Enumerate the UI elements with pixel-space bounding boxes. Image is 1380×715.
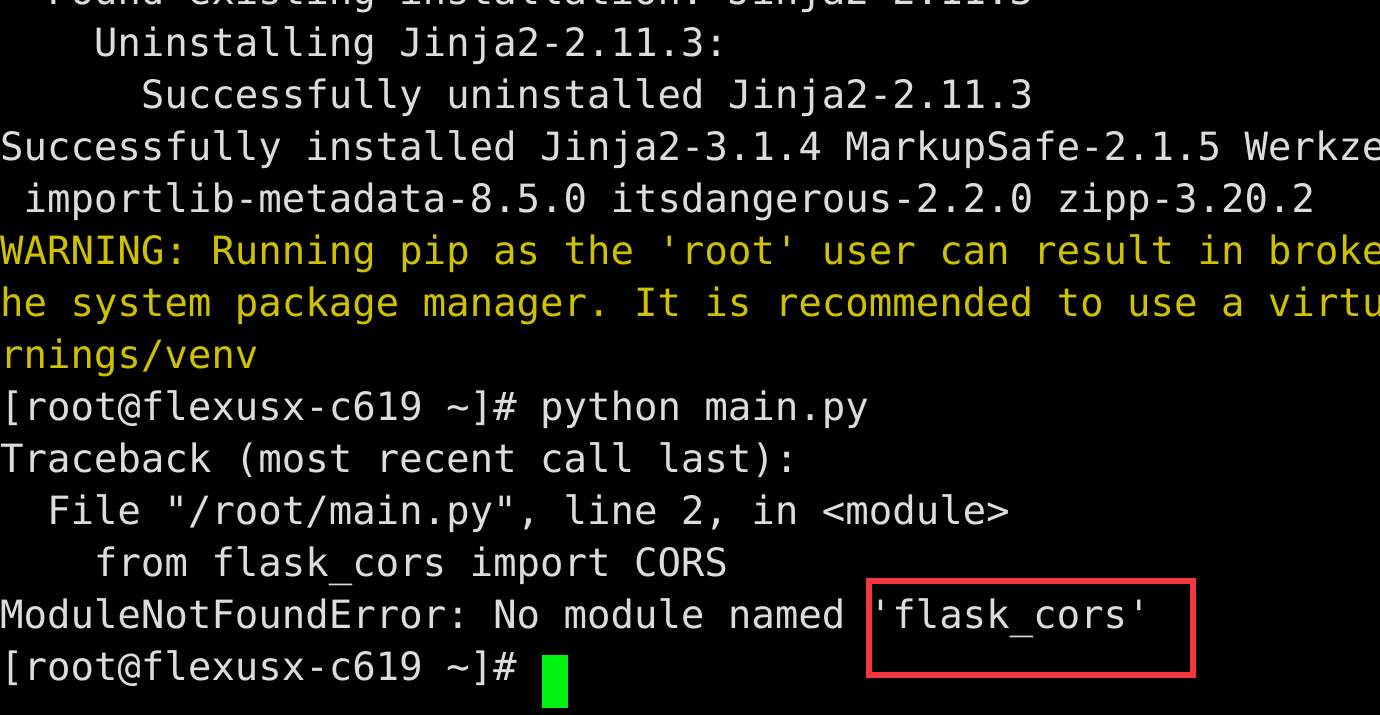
terminal-line-warning-venv-url: rnings/venv bbox=[0, 333, 259, 378]
terminal-line-traceback-file: File "/root/main.py", line 2, in <module… bbox=[0, 489, 1010, 534]
terminal-line-traceback-header: Traceback (most recent call last): bbox=[0, 437, 799, 482]
terminal-line-found-existing-installation: Found existing installation: Jinja2 2.11… bbox=[0, 0, 1380, 18]
terminal-line-installed-continued: importlib-metadata-8.5.0 itsdangerous-2.… bbox=[0, 177, 1315, 222]
terminal-line-prompt-python-main: [root@flexusx-c619 ~]# python main.py bbox=[0, 385, 869, 430]
terminal-line-uninstalling-jinja2: Uninstalling Jinja2-2.11.3: bbox=[0, 21, 728, 66]
terminal-line-traceback-source: from flask_cors import CORS bbox=[0, 541, 728, 586]
terminal-window[interactable]: Found existing installation: Jinja2 2.11… bbox=[0, 0, 1380, 715]
block-cursor bbox=[542, 655, 568, 708]
terminal-line-warning-root-user: WARNING: Running pip as the 'root' user … bbox=[0, 229, 1380, 274]
terminal-line-module-not-found-error: ModuleNotFoundError: No module named 'fl… bbox=[0, 593, 1151, 638]
terminal-line-warning-system-package: he system package manager. It is recomme… bbox=[0, 281, 1380, 326]
terminal-line-successfully-installed: Successfully installed Jinja2-3.1.4 Mark… bbox=[0, 125, 1380, 170]
terminal-line-prompt-final: [root@flexusx-c619 ~]# bbox=[0, 645, 541, 690]
terminal-line-successfully-uninstalled: Successfully uninstalled Jinja2-2.11.3 bbox=[0, 73, 1034, 118]
